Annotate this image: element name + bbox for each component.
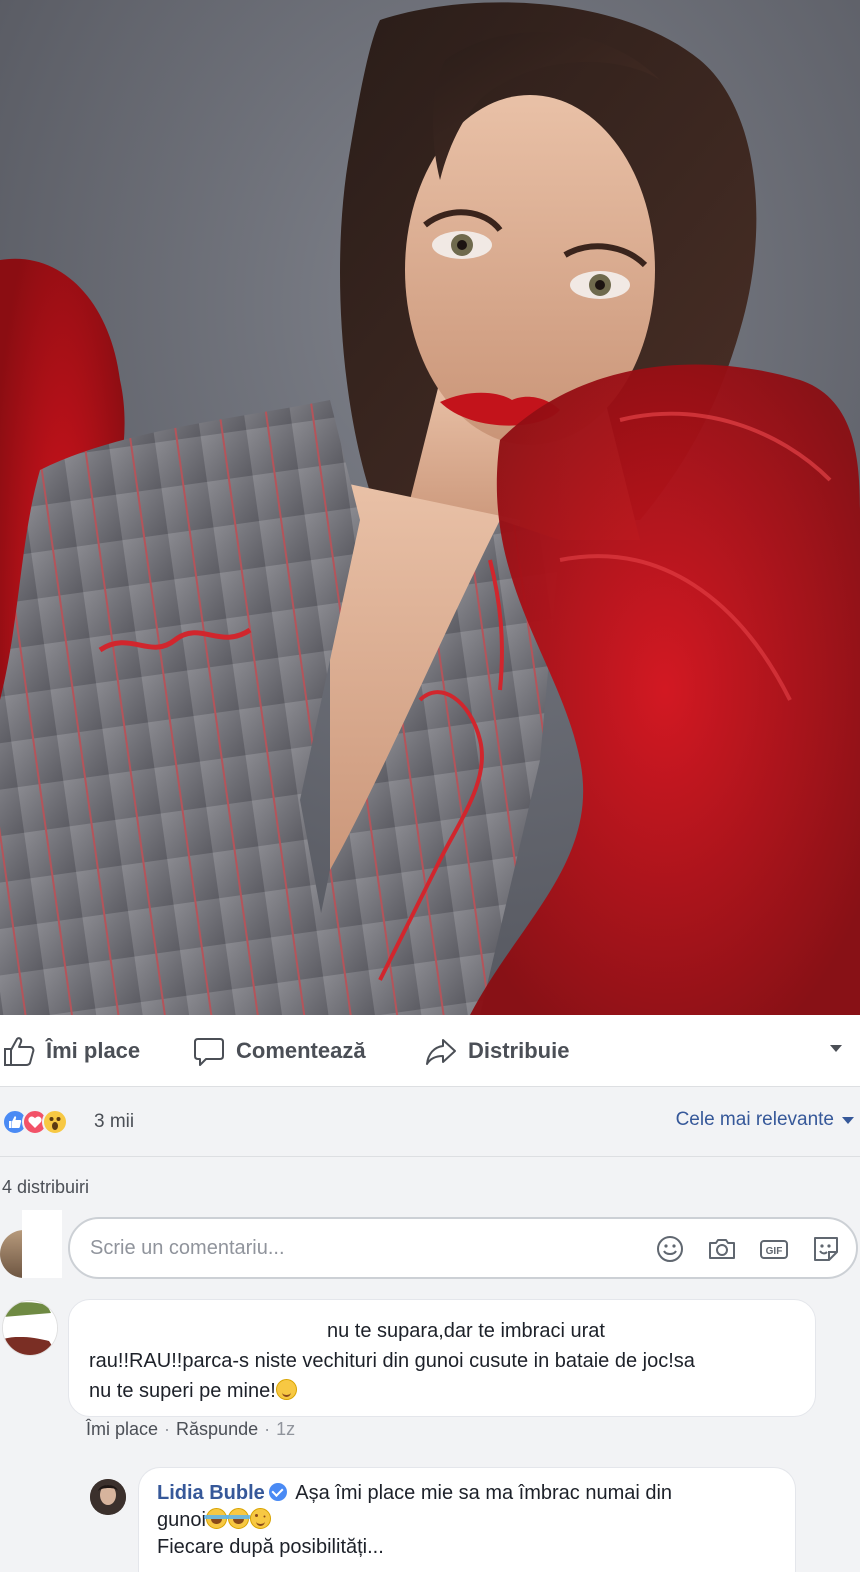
separator-dot: ·	[164, 1419, 171, 1439]
emoji-icon[interactable]	[654, 1233, 686, 1265]
tears-of-joy-emoji-icon	[203, 1508, 229, 1529]
camera-icon[interactable]	[706, 1233, 738, 1265]
avatar-photo	[0, 1230, 24, 1278]
comment-timestamp[interactable]: 1z	[276, 1419, 295, 1440]
share-button-label: Distribuie	[468, 1038, 570, 1063]
post-options-caret-icon[interactable]	[830, 1045, 842, 1052]
verified-badge-icon	[268, 1483, 287, 1501]
composer-tools: GIF	[654, 1233, 842, 1265]
reply-author-avatar[interactable]	[90, 1479, 126, 1515]
post-action-bar: Îmi place Comentează Distribuie	[0, 1015, 860, 1087]
comment-composer: GIF	[68, 1217, 858, 1279]
reply-bubble: Lidia Buble Așa îmi place mie sa ma îmbr…	[138, 1467, 796, 1572]
comment-bubble-icon	[194, 1038, 224, 1066]
comment-bubble: nu te supara,dar te imbraci urat rau!!RA…	[68, 1299, 816, 1417]
commenter-avatar[interactable]	[2, 1300, 58, 1356]
avatar-image	[3, 1301, 57, 1355]
current-user-avatar	[0, 1210, 62, 1278]
reply-text-part-3: Fiecare după posibilități...	[157, 1536, 384, 1558]
gif-icon[interactable]: GIF	[758, 1233, 790, 1265]
avatar-image	[90, 1479, 126, 1515]
smiling-emoji-icon	[275, 1379, 297, 1400]
like-button[interactable]: Îmi place	[2, 1033, 140, 1069]
comment-sort-dropdown[interactable]: Cele mai relevante	[676, 1109, 854, 1131]
comment-text-line-1: nu te supara,dar te imbraci urat	[327, 1320, 605, 1342]
comment-reply-link[interactable]: Răspunde	[176, 1419, 258, 1440]
comment-button[interactable]: Comentează	[192, 1033, 366, 1069]
share-arrow-icon	[426, 1039, 456, 1065]
reply-author-name[interactable]: Lidia Buble	[157, 1482, 265, 1504]
comment-input[interactable]	[90, 1233, 630, 1263]
wow-reaction-icon	[42, 1109, 68, 1135]
reply-text-part-1: Așa îmi place mie sa ma îmbrac numai din	[295, 1482, 673, 1504]
sticker-icon[interactable]	[810, 1233, 842, 1265]
comment-text-line-3: nu te superi pe mine!	[89, 1380, 276, 1402]
winking-emoji-icon	[249, 1508, 271, 1529]
thumbs-up-icon	[4, 1037, 35, 1066]
reply-text: Lidia Buble Așa îmi place mie sa ma îmbr…	[157, 1480, 777, 1561]
comment-like-link[interactable]: Îmi place	[86, 1419, 158, 1440]
share-button[interactable]: Distribuie	[424, 1033, 569, 1069]
feedback-section: 3 mii Cele mai relevante 4 distribuiri G…	[0, 1087, 860, 1572]
comment-text-line-2: rau!!RAU!!parca-s niste vechituri din gu…	[89, 1350, 695, 1372]
comment-text: nu te supara,dar te imbraci urat rau!!RA…	[89, 1316, 795, 1406]
reaction-icons[interactable]	[2, 1109, 68, 1135]
reaction-count[interactable]: 3 mii	[94, 1111, 134, 1133]
avatar-redaction	[22, 1210, 62, 1278]
comment-meta: Îmi place · Răspunde · 1z	[86, 1419, 295, 1440]
reactions-summary: 3 mii Cele mai relevante	[0, 1087, 860, 1157]
tears-of-joy-emoji-icon	[225, 1508, 251, 1529]
post-photo[interactable]	[0, 0, 860, 1015]
portrait-illustration	[0, 0, 860, 1015]
chevron-down-icon	[842, 1116, 854, 1124]
reply-text-part-2: gunoi	[157, 1509, 206, 1531]
separator-dot: ·	[264, 1419, 271, 1439]
comment-button-label: Comentează	[236, 1038, 366, 1063]
comment-sort-label: Cele mai relevante	[675, 1109, 834, 1130]
svg-text:GIF: GIF	[766, 1246, 783, 1257]
share-count[interactable]: 4 distribuiri	[2, 1177, 89, 1198]
like-button-label: Îmi place	[46, 1038, 141, 1063]
